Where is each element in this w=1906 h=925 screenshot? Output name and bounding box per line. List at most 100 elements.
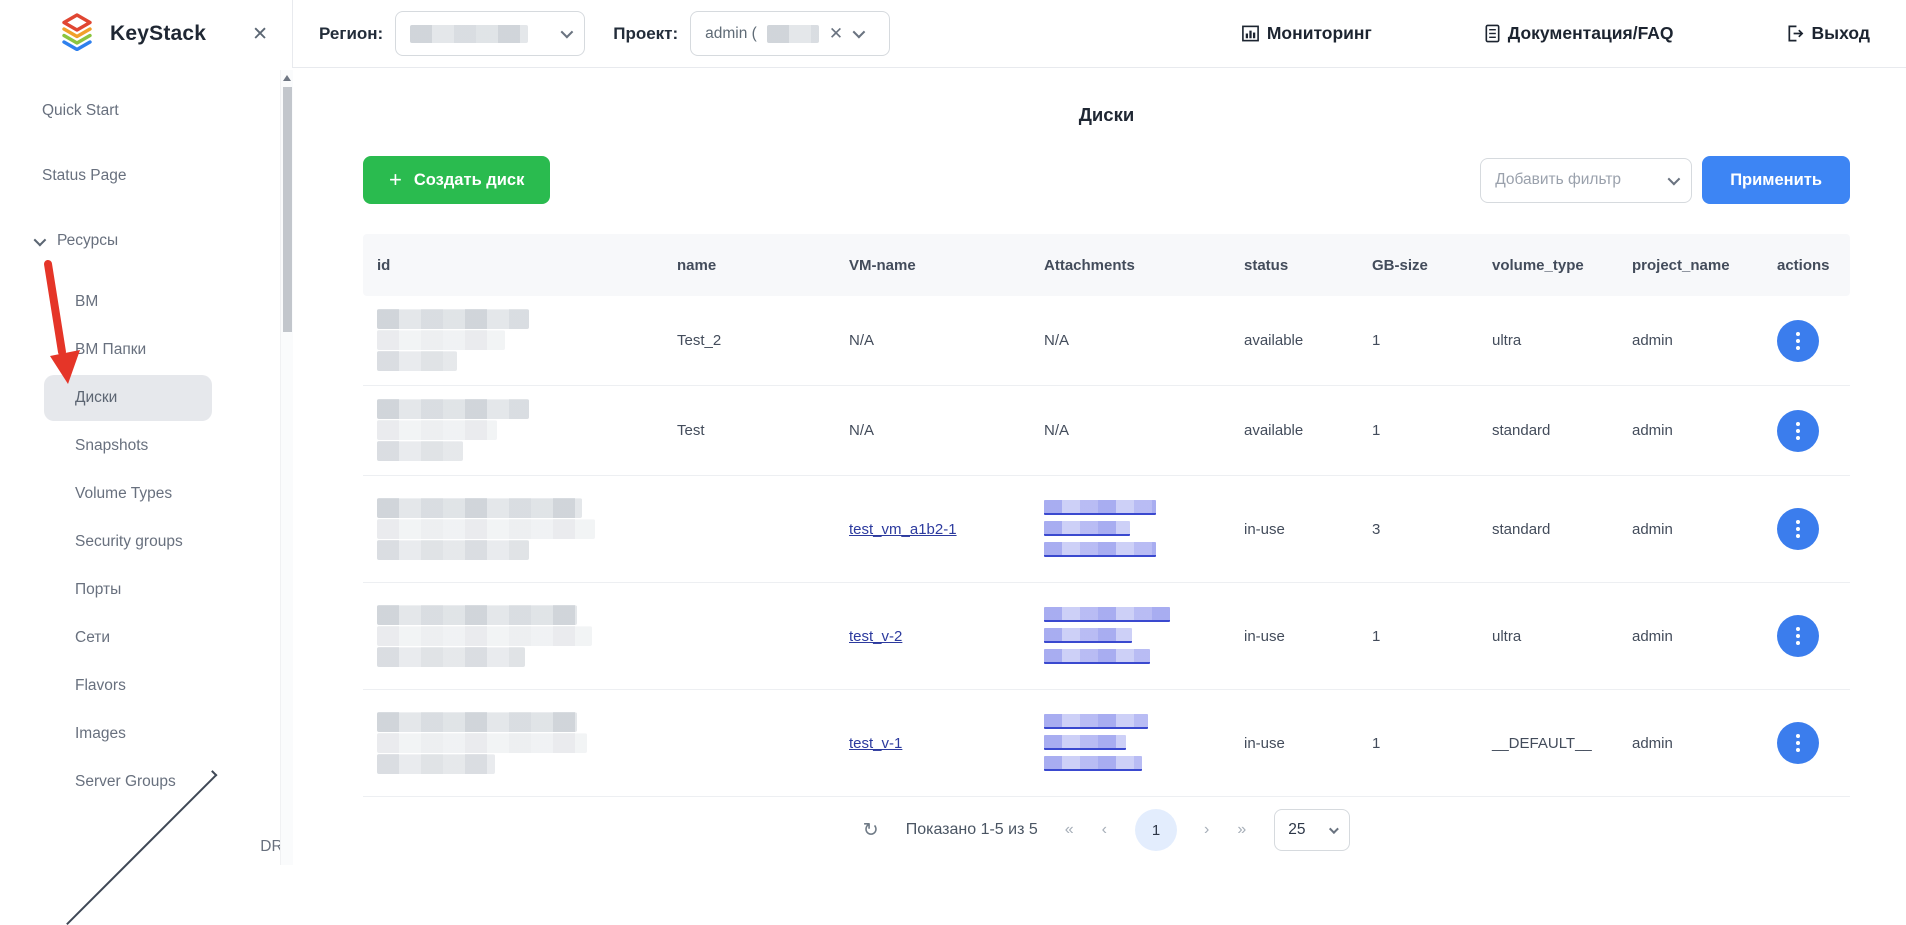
refresh-icon[interactable]: ↻ [863,819,879,842]
sidebar-item-images[interactable]: Images [44,711,212,757]
vm-name-link[interactable]: test_vm_a1b2-1 [849,521,957,538]
content-area: Диски + Создать диск Добавить фильтр При… [293,68,1906,865]
sidebar-item-networks[interactable]: Сети [44,615,212,661]
col-header-volume-type[interactable]: volume_type [1478,257,1618,274]
redacted-attachment-link[interactable] [1044,500,1156,515]
cell-project-name: admin [1618,332,1763,349]
cell-name: Test_2 [663,332,835,349]
chevron-down-icon [1329,824,1339,834]
table-row: test_v-1 in-use 1 __DEFAULT__ admin [363,690,1850,797]
clear-icon[interactable]: ✕ [829,24,843,44]
pagination-summary: Показано 1-5 из 5 [906,821,1038,839]
table-row: test_v-2 in-use 1 ultra admin [363,583,1850,690]
col-header-vm-name[interactable]: VM-name [835,257,1030,274]
cell-status: in-use [1230,521,1358,538]
create-disk-button[interactable]: + Создать диск [363,156,550,204]
sidebar-item-security-groups[interactable]: Security groups [44,519,212,565]
add-filter-select[interactable]: Добавить фильтр [1480,158,1692,203]
logout-label: Выход [1812,23,1870,44]
sidebar-nav: Quick Start Status Page Ресурсы ВМ ВМ Па… [0,68,293,867]
sidebar-group-resources[interactable]: Ресурсы [0,221,293,261]
current-page-button[interactable]: 1 [1135,809,1177,851]
logout-link[interactable]: Выход [1786,23,1870,44]
page-size-select[interactable]: 25 [1274,809,1350,851]
cell-name: Test [663,422,835,439]
cell-id-redacted [363,712,663,775]
scrollbar-up-arrow-icon[interactable] [283,75,291,81]
sidebar-item-ports[interactable]: Порты [44,567,212,613]
cell-project-name: admin [1618,628,1763,645]
prev-page-icon[interactable]: ‹ [1102,821,1108,839]
redacted-block [377,540,529,560]
cell-status: in-use [1230,735,1358,752]
monitoring-link[interactable]: Мониторинг [1241,23,1372,44]
sidebar-item-status-page[interactable]: Status Page [0,156,293,196]
chevron-down-icon [561,26,574,39]
app-window: KeyStack ✕ Quick Start Status Page Ресур… [0,0,1906,865]
redacted-block [377,399,529,419]
redacted-attachment-link[interactable] [1044,649,1150,664]
cell-attachments-redacted [1030,710,1230,777]
sidebar-item-disks[interactable]: Диски [44,375,212,421]
col-header-actions: actions [1763,257,1850,274]
table-row: test_vm_a1b2-1 in-use 3 standard admin [363,476,1850,583]
redacted-block [377,498,582,518]
redacted-block [377,626,592,646]
project-value-redacted [767,25,819,43]
redacted-attachment-link[interactable] [1044,542,1156,557]
sidebar-scrollbar[interactable] [280,70,293,865]
row-actions-button[interactable] [1777,722,1819,764]
col-header-status[interactable]: status [1230,257,1358,274]
row-actions-button[interactable] [1777,508,1819,550]
vm-name-link[interactable]: test_v-1 [849,735,902,752]
cell-project-name: admin [1618,521,1763,538]
cell-volume-type: __DEFAULT__ [1478,735,1618,752]
documentation-link[interactable]: Документация/FAQ [1484,23,1674,44]
region-select[interactable] [395,11,585,56]
row-actions-button[interactable] [1777,615,1819,657]
row-actions-button[interactable] [1777,320,1819,362]
sidebar-close-icon[interactable]: ✕ [252,23,268,46]
cell-gb-size: 1 [1358,332,1478,349]
redacted-block [377,712,577,732]
redacted-attachment-link[interactable] [1044,714,1148,729]
add-filter-placeholder: Добавить фильтр [1495,171,1621,189]
redacted-attachment-link[interactable] [1044,756,1142,771]
cell-id-redacted [363,399,663,462]
col-header-id[interactable]: id [363,257,663,274]
sidebar-item-vm-folders[interactable]: ВМ Папки [44,327,212,373]
document-icon [1484,24,1501,43]
project-select[interactable]: admin ( ✕ [690,11,890,56]
last-page-icon[interactable]: » [1237,821,1247,839]
row-actions-button[interactable] [1777,410,1819,452]
sidebar-group-drs[interactable]: DRS [0,827,293,867]
cell-gb-size: 1 [1358,735,1478,752]
apply-button[interactable]: Применить [1702,156,1850,204]
toolbar-right: Добавить фильтр Применить [1480,156,1850,204]
documentation-label: Документация/FAQ [1508,23,1674,44]
page-size-value: 25 [1288,821,1305,839]
scrollbar-thumb[interactable] [283,87,292,332]
cell-id-redacted [363,605,663,668]
sidebar-item-flavors[interactable]: Flavors [44,663,212,709]
col-header-gb-size[interactable]: GB-size [1358,257,1478,274]
redacted-attachment-link[interactable] [1044,607,1170,622]
cell-gb-size: 1 [1358,422,1478,439]
sidebar-item-volume-types[interactable]: Volume Types [44,471,212,517]
next-page-icon[interactable]: › [1204,821,1210,839]
region-label: Регион: [319,24,383,44]
redacted-attachment-link[interactable] [1044,628,1132,643]
vm-name-link[interactable]: test_v-2 [849,628,902,645]
col-header-attachments[interactable]: Attachments [1030,257,1230,274]
col-header-project-name[interactable]: project_name [1618,257,1763,274]
sidebar-item-snapshots[interactable]: Snapshots [44,423,212,469]
redacted-block [377,519,595,539]
first-page-icon[interactable]: « [1065,821,1075,839]
table-header-row: id name VM-name Attachments status GB-si… [363,234,1850,296]
sidebar-item-vm[interactable]: ВМ [44,279,212,325]
col-header-name[interactable]: name [663,257,835,274]
redacted-attachment-link[interactable] [1044,521,1130,536]
redacted-attachment-link[interactable] [1044,735,1126,750]
logout-icon [1786,24,1805,43]
sidebar-item-quick-start[interactable]: Quick Start [0,91,293,131]
